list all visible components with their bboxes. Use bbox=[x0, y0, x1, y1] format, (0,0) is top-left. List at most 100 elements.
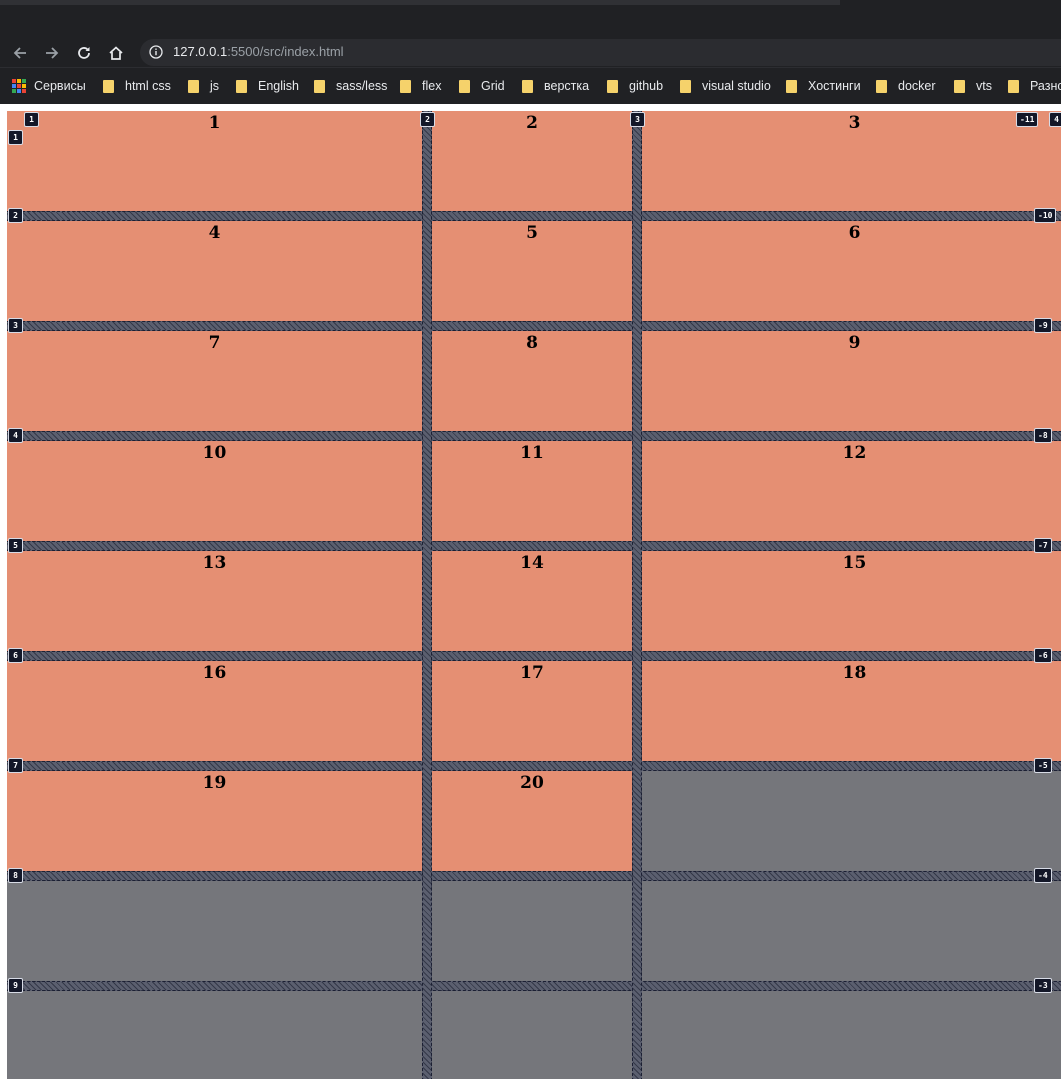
column-gap-overlay bbox=[422, 111, 432, 1079]
grid-item-number: 11 bbox=[520, 443, 544, 463]
reload-button[interactable] bbox=[72, 41, 96, 65]
back-button[interactable] bbox=[8, 41, 32, 65]
grid-item-number: 6 bbox=[848, 223, 861, 243]
browser-toolbar: 127.0.0.1:5500/src/index.html bbox=[0, 38, 1061, 67]
grid-item: 17 bbox=[432, 661, 632, 761]
bookmark-folder[interactable]: html css bbox=[103, 77, 171, 95]
row-line-number: 3 bbox=[8, 318, 23, 333]
folder-icon bbox=[786, 79, 798, 93]
row-line-negative-number: -7 bbox=[1034, 538, 1052, 553]
row-line-number: 5 bbox=[8, 538, 23, 553]
row-line-number: 9 bbox=[8, 978, 23, 993]
grid-item-number: 5 bbox=[526, 223, 538, 243]
bookmark-label: верстка bbox=[544, 79, 590, 93]
folder-icon bbox=[314, 79, 326, 93]
bookmark-label: Разно bbox=[1030, 79, 1061, 93]
grid-item: 19 bbox=[7, 771, 422, 871]
url-host: 127.0.0.1 bbox=[173, 44, 228, 59]
folder-icon bbox=[236, 79, 248, 93]
grid-item: 9 bbox=[642, 331, 1061, 431]
grid-item: 7 bbox=[7, 331, 422, 431]
row-line-number: 4 bbox=[8, 428, 23, 443]
row-gap-overlay bbox=[7, 321, 1061, 331]
grid-item-number: 18 bbox=[842, 663, 867, 683]
bookmark-label: html css bbox=[125, 79, 171, 93]
grid-item-number: 10 bbox=[202, 443, 227, 463]
grid-item: 16 bbox=[7, 661, 422, 761]
reload-icon bbox=[78, 47, 90, 59]
grid-item: 5 bbox=[432, 221, 632, 321]
bookmark-folder[interactable]: github bbox=[607, 77, 663, 95]
bookmark-label: sass/less bbox=[336, 79, 388, 93]
bookmark-folder[interactable]: docker bbox=[876, 77, 936, 95]
address-bar[interactable]: 127.0.0.1:5500/src/index.html bbox=[140, 39, 1061, 66]
bookmark-folder[interactable]: vts bbox=[954, 77, 992, 95]
bookmark-label: js bbox=[210, 79, 220, 93]
row-line-negative-number: -10 bbox=[1034, 208, 1057, 223]
bookmark-label: flex bbox=[422, 79, 442, 93]
grid-container: 1 2 3 4 5 6 7 8 9 10 11 12 13 14 15 16 17 18 19 20 bbox=[7, 111, 1061, 1079]
column-line-number: 1 bbox=[24, 112, 39, 127]
forward-button[interactable] bbox=[40, 41, 64, 65]
bookmark-folder[interactable]: sass/less bbox=[314, 77, 387, 95]
folder-icon bbox=[103, 79, 115, 93]
grid-item: 12 bbox=[642, 441, 1061, 541]
folder-icon bbox=[459, 79, 471, 93]
bookmark-label: Сервисы bbox=[34, 79, 86, 93]
column-line-number: 2 bbox=[420, 112, 435, 127]
bookmark-folder[interactable]: visual studio bbox=[680, 77, 771, 95]
grid-item-number: 17 bbox=[520, 663, 544, 683]
tab-strip bbox=[0, 0, 1061, 38]
grid-item-number: 4 bbox=[208, 223, 221, 243]
grid-item: 13 bbox=[7, 551, 422, 651]
bookmark-folder[interactable]: English bbox=[236, 77, 299, 95]
home-button[interactable] bbox=[104, 41, 128, 65]
bookmark-label: Хостинги bbox=[808, 79, 861, 93]
bookmark-folder[interactable]: js bbox=[188, 77, 219, 95]
grid-item: 6 bbox=[642, 221, 1061, 321]
grid-item: 15 bbox=[642, 551, 1061, 651]
bookmark-folder[interactable]: верстка bbox=[522, 77, 589, 95]
grid-item-number: 15 bbox=[842, 553, 867, 573]
bookmark-folder[interactable]: Grid bbox=[459, 77, 505, 95]
info-icon[interactable] bbox=[149, 45, 163, 59]
grid-item: 11 bbox=[432, 441, 632, 541]
bookmark-label: github bbox=[629, 79, 664, 93]
grid-item-number: 9 bbox=[848, 333, 861, 353]
grid-item-number: 3 bbox=[848, 113, 861, 133]
tab-bar bbox=[0, 0, 840, 5]
arrow-right-icon bbox=[46, 47, 59, 59]
row-gap-overlay bbox=[7, 651, 1061, 661]
bookmark-label: English bbox=[258, 79, 299, 93]
grid-item: 4 bbox=[7, 221, 422, 321]
grid-item: 18 bbox=[642, 661, 1061, 761]
bookmark-folder[interactable]: Разно bbox=[1008, 77, 1061, 95]
grid-item-number: 14 bbox=[520, 553, 544, 573]
bookmark-label: vts bbox=[976, 79, 992, 93]
row-gap-overlay bbox=[7, 211, 1061, 221]
grid-item-number: 13 bbox=[202, 553, 227, 573]
bookmarks-bar: Сервисы html css js English sass/less flex Gri… bbox=[0, 67, 1061, 104]
row-line-number: 1 bbox=[8, 130, 23, 145]
bookmark-apps[interactable]: Сервисы bbox=[12, 77, 86, 95]
grid-item-number: 8 bbox=[526, 333, 538, 353]
grid-item-number: 20 bbox=[520, 773, 544, 793]
row-line-negative-number: -6 bbox=[1034, 648, 1052, 663]
apps-grid-icon bbox=[12, 79, 26, 93]
grid-item-number: 1 bbox=[208, 113, 221, 133]
grid-item: 1 bbox=[7, 111, 422, 211]
bookmark-folder[interactable]: Хостинги bbox=[786, 77, 861, 95]
row-line-negative-number: -5 bbox=[1034, 758, 1052, 773]
grid-item-number: 7 bbox=[208, 333, 221, 353]
row-line-negative-number: -8 bbox=[1034, 428, 1052, 443]
folder-icon bbox=[680, 79, 692, 93]
url-path: :5500/src/index.html bbox=[227, 44, 344, 59]
grid-item-number: 12 bbox=[842, 443, 867, 463]
page-viewport: 1 2 3 4 5 6 7 8 9 10 11 12 13 14 15 16 17 18 19 20 1 2 3 4 -11 1… bbox=[0, 104, 1061, 1079]
column-line-number: 3 bbox=[630, 112, 645, 127]
row-line-number: 7 bbox=[8, 758, 23, 773]
row-gap-overlay bbox=[7, 981, 1061, 991]
bookmark-folder[interactable]: flex bbox=[400, 77, 441, 95]
bookmark-label: Grid bbox=[481, 79, 505, 93]
row-line-negative-number: -4 bbox=[1034, 868, 1052, 883]
